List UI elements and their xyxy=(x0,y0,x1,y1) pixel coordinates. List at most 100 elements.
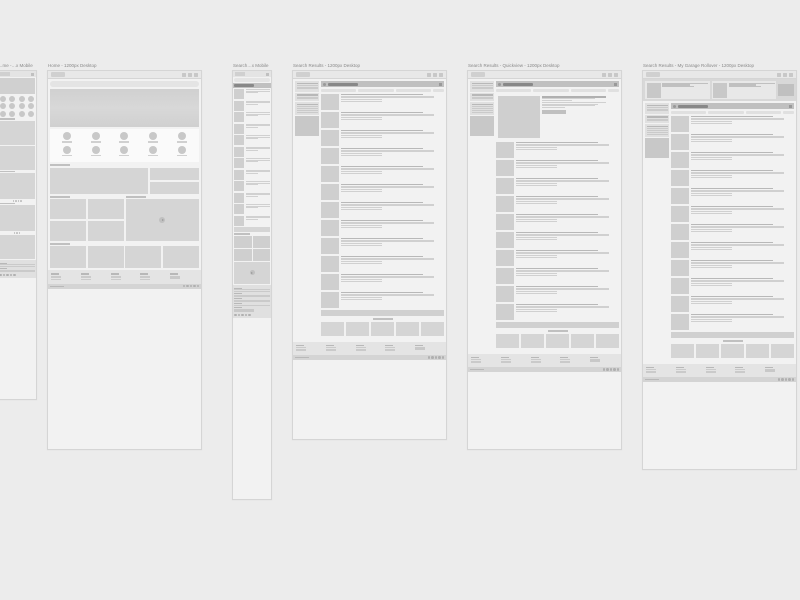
close-icon[interactable] xyxy=(789,105,792,108)
load-more-button[interactable] xyxy=(234,227,270,232)
social-icon[interactable] xyxy=(10,274,13,277)
recent-card[interactable] xyxy=(396,322,419,336)
result-item[interactable] xyxy=(496,160,619,176)
result-item[interactable] xyxy=(496,214,619,230)
hero-banner[interactable]: Marketing Banner xyxy=(50,89,199,127)
recent-card[interactable] xyxy=(421,322,444,336)
result-item[interactable] xyxy=(234,112,270,122)
result-item[interactable] xyxy=(321,130,444,146)
sort-dropdown[interactable] xyxy=(321,89,356,93)
sort-dropdown[interactable] xyxy=(358,89,393,93)
recent-card[interactable] xyxy=(234,236,252,248)
sort-dropdown[interactable] xyxy=(708,111,743,115)
hamburger-icon[interactable] xyxy=(31,73,34,76)
category-icon[interactable] xyxy=(0,111,6,117)
logo[interactable] xyxy=(296,72,310,77)
social-icon[interactable] xyxy=(781,378,784,381)
sort-dropdown[interactable] xyxy=(746,111,781,115)
category-icon[interactable] xyxy=(19,96,25,102)
social-icon[interactable] xyxy=(0,274,2,277)
value-prop-card[interactable] xyxy=(163,246,199,268)
result-item[interactable] xyxy=(671,206,794,222)
diy-video-card[interactable] xyxy=(234,262,270,284)
social-icon[interactable] xyxy=(617,368,620,371)
result-item[interactable] xyxy=(496,250,619,266)
result-item[interactable] xyxy=(671,296,794,312)
category-icon[interactable] xyxy=(28,111,34,117)
social-icon[interactable] xyxy=(238,314,241,317)
pagination-dot[interactable] xyxy=(20,200,22,202)
logo[interactable] xyxy=(0,72,10,76)
social-icon[interactable] xyxy=(197,285,200,288)
social-icon[interactable] xyxy=(442,356,445,359)
promo-banner[interactable] xyxy=(150,182,199,194)
category-icon[interactable] xyxy=(9,111,15,117)
logo[interactable] xyxy=(235,72,245,76)
recent-card[interactable] xyxy=(253,236,271,248)
result-item[interactable] xyxy=(671,116,794,132)
load-more-button[interactable] xyxy=(321,310,444,316)
category-icon[interactable] xyxy=(19,103,25,109)
result-item[interactable] xyxy=(234,170,270,180)
sidebar-promo[interactable] xyxy=(295,116,319,136)
result-item[interactable] xyxy=(496,232,619,248)
result-item[interactable] xyxy=(496,268,619,284)
recent-card[interactable] xyxy=(546,334,569,348)
recent-card[interactable] xyxy=(346,322,369,336)
cart-icon[interactable] xyxy=(194,73,198,77)
social-icon[interactable] xyxy=(778,378,781,381)
recent-card[interactable] xyxy=(253,249,271,261)
logo[interactable] xyxy=(471,72,485,77)
category-icon[interactable] xyxy=(28,103,34,109)
result-item[interactable] xyxy=(671,170,794,186)
diy-video-card[interactable] xyxy=(126,199,200,241)
logo[interactable] xyxy=(51,72,65,77)
result-item[interactable] xyxy=(321,94,444,110)
cart-icon[interactable] xyxy=(789,73,793,77)
category-icon[interactable] xyxy=(28,96,34,102)
garage-icon[interactable] xyxy=(777,73,781,77)
product-block[interactable] xyxy=(0,173,35,199)
view-toggle[interactable] xyxy=(433,89,444,93)
value-prop-card[interactable] xyxy=(125,246,161,268)
pagination-dot[interactable] xyxy=(18,200,20,202)
result-item[interactable] xyxy=(321,238,444,254)
category-item[interactable] xyxy=(177,132,187,143)
account-icon[interactable] xyxy=(433,73,437,77)
result-item[interactable] xyxy=(234,147,270,157)
category-icon[interactable] xyxy=(0,96,6,102)
promo-banner[interactable] xyxy=(150,168,199,180)
recent-card[interactable] xyxy=(371,322,394,336)
result-item[interactable] xyxy=(671,260,794,276)
social-icon[interactable] xyxy=(428,356,431,359)
result-item[interactable] xyxy=(234,193,270,203)
recent-card[interactable] xyxy=(721,344,744,358)
hero-banner[interactable] xyxy=(0,78,35,94)
pagination-dot[interactable] xyxy=(16,232,18,234)
result-item[interactable] xyxy=(321,292,444,308)
recent-card[interactable] xyxy=(771,344,794,358)
load-more-button[interactable] xyxy=(671,332,794,338)
social-icon[interactable] xyxy=(603,368,606,371)
social-icon[interactable] xyxy=(606,368,609,371)
garage-vehicle-card[interactable] xyxy=(645,81,710,99)
filter-option[interactable] xyxy=(297,112,318,113)
promo-block[interactable] xyxy=(0,121,35,145)
hamburger-icon[interactable] xyxy=(266,73,269,76)
garage-vehicle-card[interactable] xyxy=(712,81,777,99)
social-icon[interactable] xyxy=(248,314,251,317)
category-item[interactable] xyxy=(62,146,72,157)
category-icon[interactable] xyxy=(19,111,25,117)
load-more-button[interactable] xyxy=(496,322,619,328)
social-icon[interactable] xyxy=(241,314,244,317)
result-item[interactable] xyxy=(234,135,270,145)
result-item[interactable] xyxy=(321,256,444,272)
result-item[interactable] xyxy=(321,202,444,218)
category-item[interactable] xyxy=(148,132,158,143)
result-item[interactable] xyxy=(234,204,270,214)
category-item[interactable] xyxy=(148,146,158,157)
result-item[interactable] xyxy=(321,220,444,236)
social-icon[interactable] xyxy=(245,314,248,317)
close-icon[interactable] xyxy=(614,83,617,86)
product-card[interactable] xyxy=(88,221,124,241)
